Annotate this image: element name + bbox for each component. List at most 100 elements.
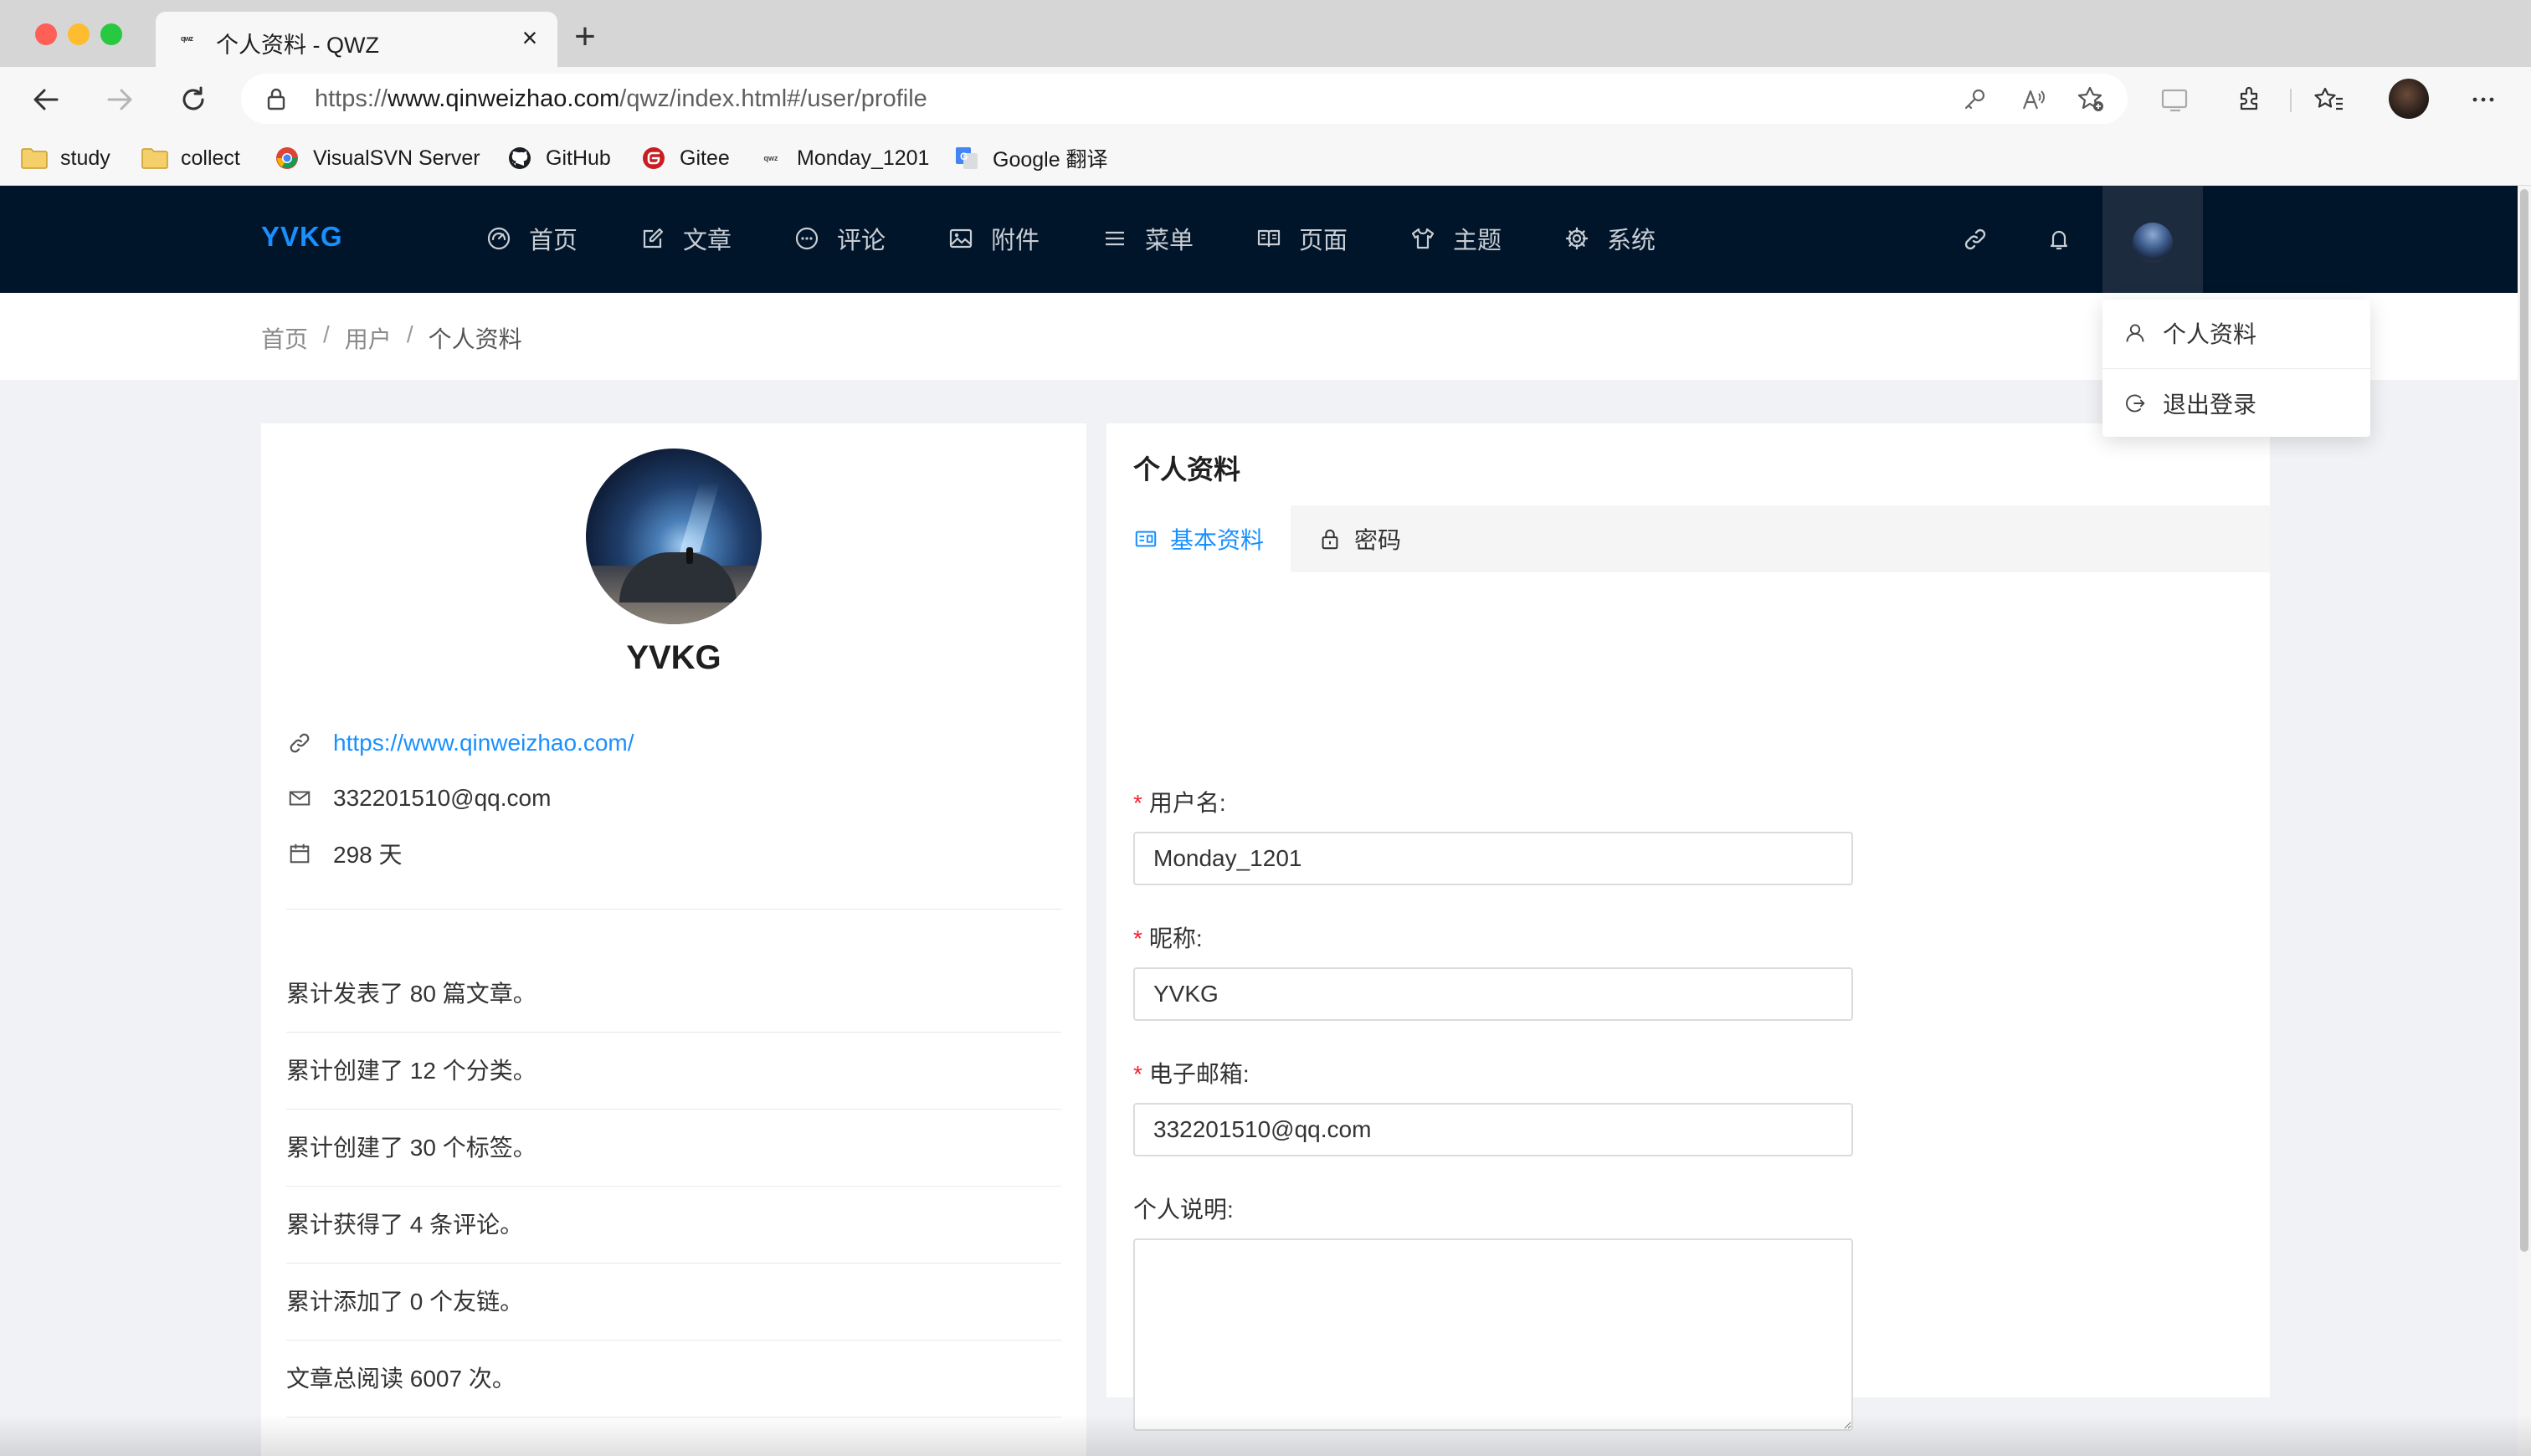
forward-icon[interactable]: [100, 80, 139, 119]
gear-icon: [1563, 225, 1590, 252]
page-scrollbar[interactable]: [2518, 186, 2531, 1456]
nav-item-label: 附件: [991, 228, 1040, 254]
nav-item-home[interactable]: 首页: [485, 219, 578, 258]
tab-basic-info[interactable]: 基本资料: [1106, 505, 1291, 572]
website-link[interactable]: https://www.qinweizhao.com/: [333, 730, 634, 756]
bookmark-collect[interactable]: collect: [141, 142, 240, 174]
breadcrumb-user[interactable]: 用户: [345, 321, 392, 355]
link-icon[interactable]: [1959, 223, 1992, 256]
close-window-button[interactable]: [35, 23, 57, 45]
bell-icon[interactable]: [2042, 223, 2076, 256]
lock-icon[interactable]: [264, 87, 288, 110]
calendar-icon: [286, 840, 313, 867]
nav-item-pages[interactable]: 页面: [1255, 219, 1348, 258]
bookmarks-bar: study collect VisualSVN Server GitHub Gi…: [0, 132, 2531, 186]
username-input[interactable]: [1133, 832, 1853, 885]
browser-profile-avatar[interactable]: [2389, 79, 2429, 119]
web-app: YVKG 首页 文章 评论 附件 菜单 页面 主题 系统 首页 / 用户 / 个…: [0, 186, 2518, 1456]
email-input[interactable]: [1133, 1103, 1853, 1156]
days-text: 298 天: [333, 842, 403, 868]
key-icon[interactable]: [1960, 85, 1989, 114]
menu-item-profile[interactable]: 个人资料: [2102, 300, 2370, 367]
bookmark-study[interactable]: study: [20, 142, 110, 174]
tab-strip: qwz 个人资料 - QWZ × +: [0, 0, 2531, 67]
bookmark-label: collect: [181, 146, 240, 170]
bookmark-gitee[interactable]: Gitee: [639, 142, 730, 174]
read-aloud-icon[interactable]: [2019, 85, 2047, 114]
description-textarea[interactable]: [1133, 1238, 1853, 1431]
breadcrumb-current: 个人资料: [428, 326, 522, 352]
tab-password[interactable]: 密码: [1317, 505, 1401, 572]
breadcrumb-separator: /: [406, 321, 413, 347]
nav-item-themes[interactable]: 主题: [1409, 219, 1502, 258]
email-label: * 电子邮箱:: [1133, 1061, 1250, 1087]
website-row: https://www.qinweizhao.com/: [286, 726, 634, 760]
google-translate-icon: G: [952, 146, 981, 171]
bookmark-google-translate[interactable]: G Google 翻译: [952, 142, 1108, 174]
minimize-window-button[interactable]: [68, 23, 90, 45]
nickname-input[interactable]: [1133, 967, 1853, 1021]
profile-name: YVKG: [626, 639, 721, 676]
gitee-icon: [639, 146, 668, 171]
tab-title: 个人资料 - QWZ: [216, 33, 379, 58]
tab-favicon: qwz: [181, 34, 193, 43]
folder-icon: [141, 146, 169, 171]
extensions-icon[interactable]: [2230, 80, 2268, 119]
nav-item-label: 评论: [837, 228, 886, 254]
nav-item-system[interactable]: 系统: [1563, 219, 1656, 258]
folder-icon: [20, 146, 49, 171]
zoom-window-button[interactable]: [100, 23, 122, 45]
scrollbar-thumb[interactable]: [2520, 189, 2528, 1252]
user-menu-trigger[interactable]: [2102, 186, 2203, 293]
email-row: 332201510@qq.com: [286, 782, 551, 815]
reload-icon[interactable]: [174, 80, 213, 119]
days-row: 298 天: [286, 837, 403, 870]
collections-icon[interactable]: [2156, 80, 2195, 119]
stat-categories: 累计创建了 12 个分类。: [286, 1033, 1061, 1110]
image-icon: [947, 225, 974, 252]
address-bar[interactable]: https://www.qinweizhao.com/qwz/index.htm…: [241, 74, 2128, 124]
profile-form-card: 个人资料 基本资料 密码 *用户名: *昵称: *电子邮箱: 个人说明: 保 存: [1106, 423, 2270, 1431]
stat-tags: 累计创建了 30 个标签。: [286, 1110, 1061, 1187]
url-text[interactable]: https://www.qinweizhao.com/qwz/index.htm…: [315, 85, 927, 113]
toolbar-divider: [2290, 89, 2292, 112]
nav-item-articles[interactable]: 文章: [639, 219, 732, 258]
browser-toolbar: https://www.qinweizhao.com/qwz/index.htm…: [0, 67, 2531, 132]
avatar-person: [686, 547, 693, 564]
tab-close-icon[interactable]: ×: [516, 23, 544, 52]
menu-item-logout[interactable]: 退出登录: [2102, 370, 2370, 437]
new-tab-button[interactable]: +: [567, 18, 603, 55]
favorite-add-icon[interactable]: [2077, 85, 2106, 114]
more-options-icon[interactable]: [2464, 80, 2503, 119]
nav-item-menus[interactable]: 菜单: [1101, 219, 1194, 258]
email-text: 332201510@qq.com: [333, 785, 552, 811]
menu-divider: [2102, 368, 2370, 369]
menu-item-label: 退出登录: [2163, 392, 2257, 418]
tab-basic-label: 基本资料: [1170, 527, 1265, 553]
bookmark-monday[interactable]: qwz Monday_1201: [757, 142, 930, 174]
avatar[interactable]: [2133, 223, 2173, 263]
tab-password-label: 密码: [1354, 527, 1402, 553]
required-mark: *: [1133, 790, 1142, 816]
comment-icon: [793, 225, 820, 252]
browser-tab-active[interactable]: qwz 个人资料 - QWZ ×: [156, 12, 557, 67]
stat-views: 文章总阅读 6007 次。: [286, 1341, 1061, 1418]
bookmark-label: Google 翻译: [993, 148, 1108, 172]
nav-item-comments[interactable]: 评论: [793, 219, 886, 258]
back-icon[interactable]: [27, 80, 65, 119]
svg-text:G: G: [960, 151, 968, 162]
window-bottom-shadow: [0, 1414, 2531, 1456]
bookmark-github[interactable]: GitHub: [506, 142, 611, 174]
lock-icon: [1317, 526, 1343, 551]
breadcrumb-home[interactable]: 首页: [261, 321, 308, 355]
brand-logo[interactable]: YVKG: [261, 221, 343, 253]
profile-avatar[interactable]: [586, 449, 762, 624]
browser-window: qwz 个人资料 - QWZ × + https://www.qinweizha…: [0, 0, 2531, 1456]
favorites-icon[interactable]: [2310, 80, 2349, 119]
nav-item-label: 首页: [529, 228, 578, 254]
username-label: * 用户名:: [1133, 790, 1226, 816]
bookmark-visualsvn[interactable]: VisualSVN Server: [273, 142, 480, 174]
stat-articles: 累计发表了 80 篇文章。: [286, 956, 1061, 1033]
nav-item-attachments[interactable]: 附件: [947, 219, 1040, 258]
bookmark-label: VisualSVN Server: [313, 146, 480, 170]
